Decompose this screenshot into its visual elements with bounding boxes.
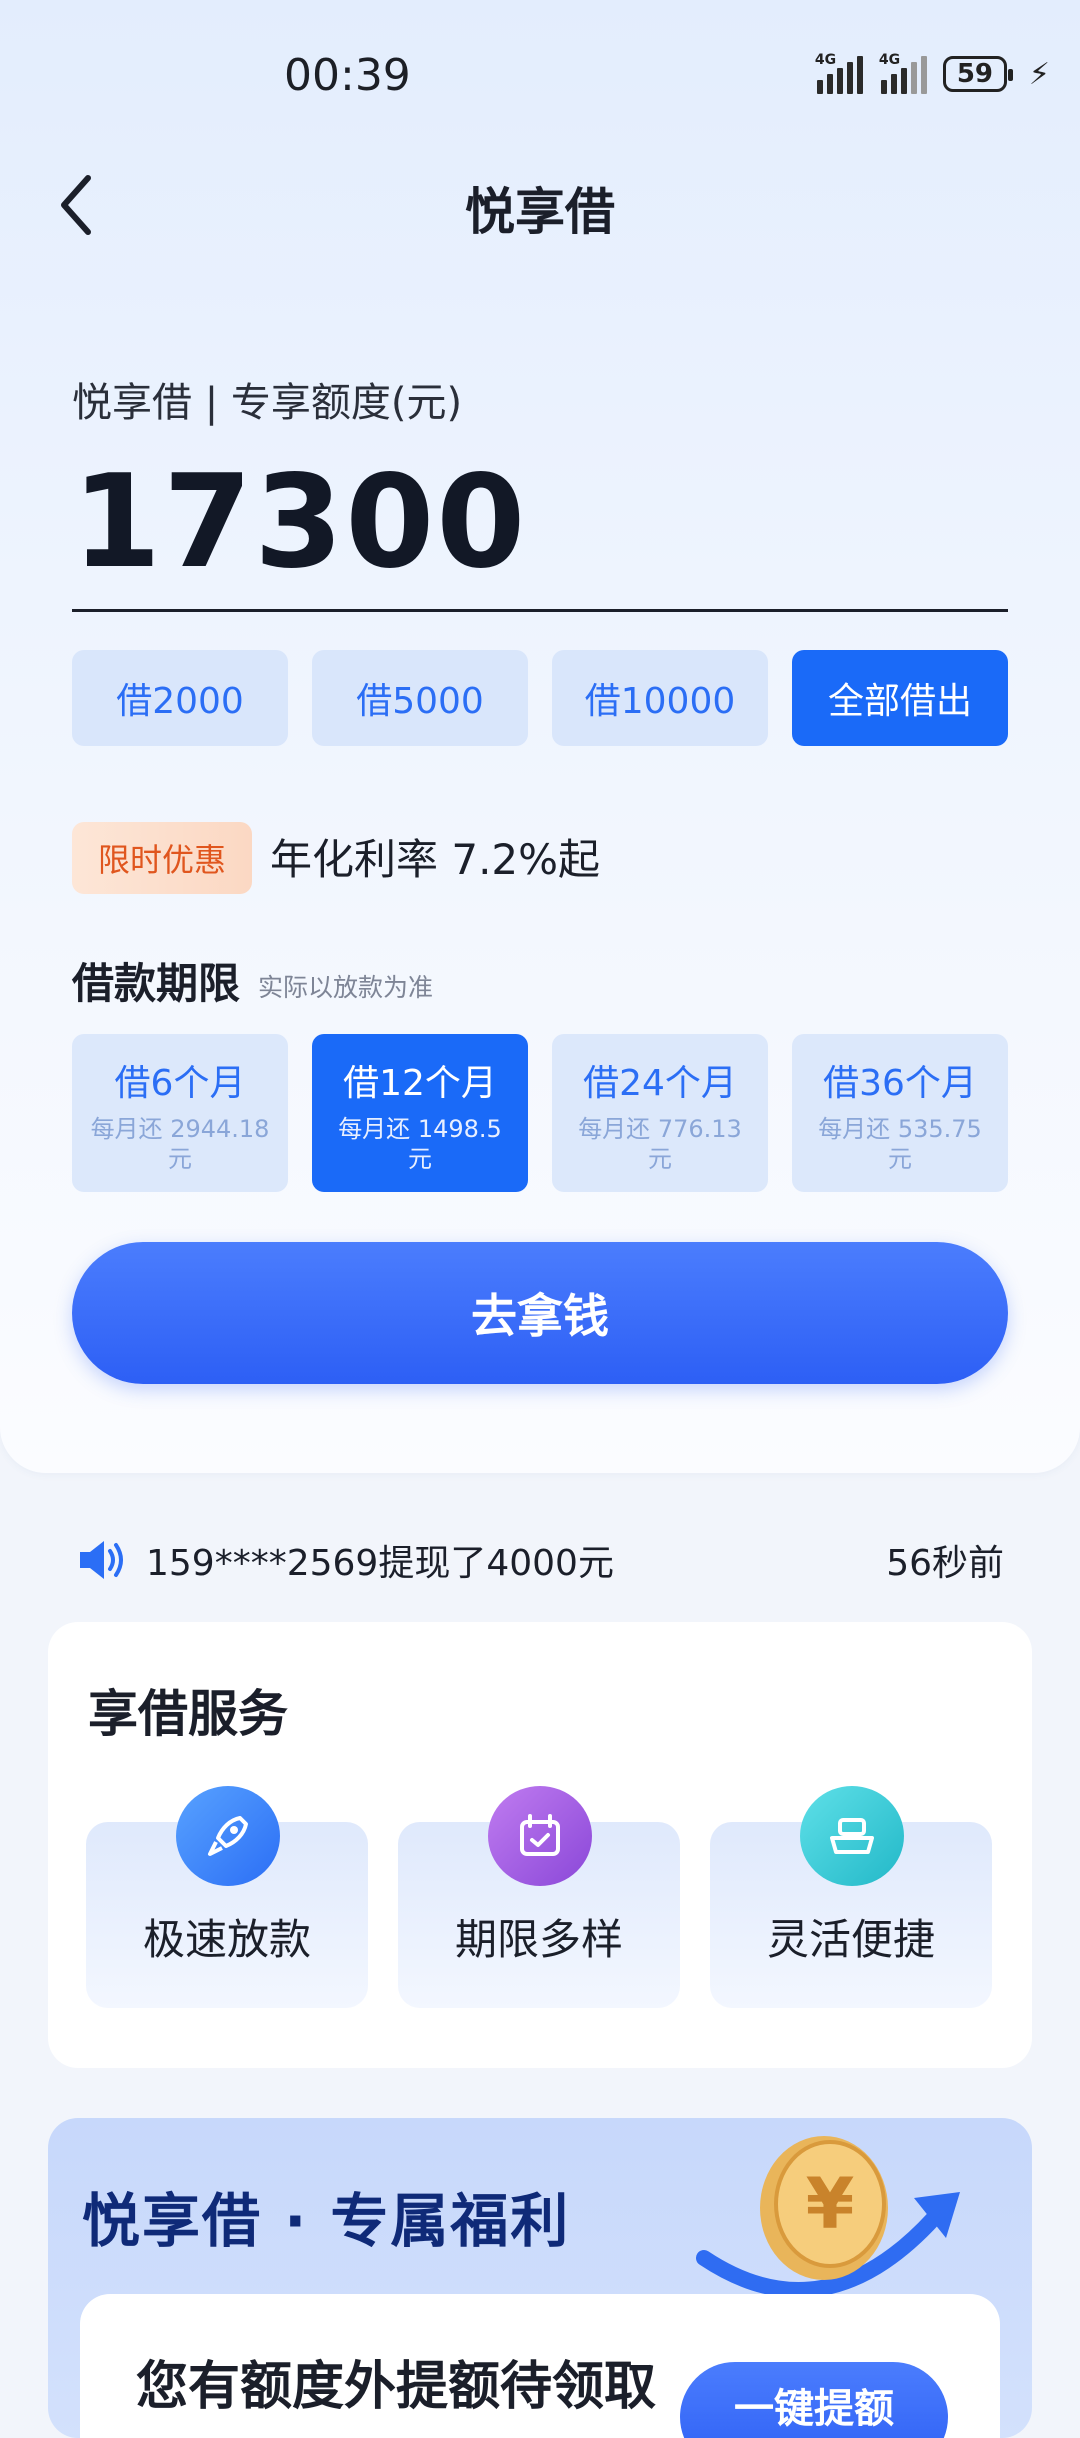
page-title: 悦享借	[465, 183, 615, 241]
coin-icon: ¥	[696, 2136, 960, 2298]
borrow-5000-button[interactable]: 借5000	[312, 650, 528, 746]
rocket-icon	[176, 1786, 280, 1886]
status-icons: 4G 4G 59 ⚡	[815, 52, 1050, 94]
term-option-36[interactable]: 借36个月 每月还 535.75元	[792, 1034, 1008, 1192]
term-title: 借款期限	[72, 959, 241, 1008]
term-label: 借24个月	[583, 1063, 737, 1104]
calendar-icon	[488, 1786, 592, 1886]
term-note: 实际以放款为准	[258, 973, 434, 1002]
term-monthly: 每月还 2944.18元	[90, 1115, 270, 1173]
quota-label: 悦享借 | 专享额度(元)	[72, 380, 463, 426]
amount-underline	[72, 609, 1008, 612]
service-convenient[interactable]: 灵活便捷	[710, 1786, 992, 2008]
notice-time: 56秒前	[886, 1543, 1004, 1584]
term-monthly: 每月还 1498.5元	[338, 1115, 502, 1173]
withdraw-notice: 159****2569提现了4000元 56秒前	[76, 1530, 1004, 1590]
term-label: 借12个月	[343, 1063, 497, 1104]
service-flexible-terms[interactable]: 期限多样	[398, 1786, 680, 2008]
status-time: 00:39	[284, 50, 411, 101]
amount-options: 借2000 借5000 借10000 全部借出	[72, 650, 1008, 746]
term-options: 借6个月 每月还 2944.18元 借12个月 每月还 1498.5元 借24个…	[72, 1034, 1008, 1192]
service-fast-loan[interactable]: 极速放款	[86, 1786, 368, 2008]
term-monthly: 每月还 535.75元	[818, 1115, 982, 1173]
notice-text: 159****2569提现了4000元	[146, 1543, 614, 1584]
signal-icon: 4G	[815, 52, 863, 94]
battery-icon: 59	[942, 56, 1013, 92]
benefit-text: 您有额度外提额待领取	[136, 2357, 657, 2417]
benefit-card: 悦享借 · 专属福利 ¥ 您有额度外提额待领取 一键提额	[48, 2118, 1032, 2438]
interest-rate-text: 年化利率 7.2%起	[270, 835, 601, 884]
service-label: 期限多样	[454, 1915, 623, 1964]
svg-text:¥: ¥	[806, 2163, 855, 2245]
services-title: 享借服务	[88, 1685, 288, 1743]
borrow-10000-button[interactable]: 借10000	[552, 650, 768, 746]
raise-limit-button[interactable]: 一键提额	[680, 2362, 948, 2438]
get-money-button[interactable]: 去拿钱	[72, 1242, 1008, 1384]
flexible-icon	[800, 1786, 904, 1886]
term-option-24[interactable]: 借24个月 每月还 776.13元	[552, 1034, 768, 1192]
promo-badge: 限时优惠	[72, 822, 252, 894]
charging-icon: ⚡	[1028, 56, 1050, 92]
term-label: 借6个月	[114, 1063, 246, 1104]
borrow-all-button[interactable]: 全部借出	[792, 650, 1008, 746]
service-label: 极速放款	[142, 1915, 311, 1964]
loan-amount-input[interactable]: 17300	[72, 448, 527, 597]
signal-icon: 4G	[879, 52, 927, 94]
term-label: 借36个月	[823, 1063, 977, 1104]
term-option-12[interactable]: 借12个月 每月还 1498.5元	[312, 1034, 528, 1192]
term-option-6[interactable]: 借6个月 每月还 2944.18元	[72, 1034, 288, 1192]
term-monthly: 每月还 776.13元	[578, 1115, 742, 1173]
borrow-2000-button[interactable]: 借2000	[72, 650, 288, 746]
services-card: 享借服务 极速放款 期限多样 灵活便捷	[48, 1622, 1032, 2068]
service-label: 灵活便捷	[766, 1915, 935, 1964]
benefit-offer: 您有额度外提额待领取 一键提额	[80, 2294, 1000, 2438]
benefit-title: 悦享借 · 专属福利	[82, 2187, 571, 2255]
speaker-icon	[80, 1541, 123, 1579]
